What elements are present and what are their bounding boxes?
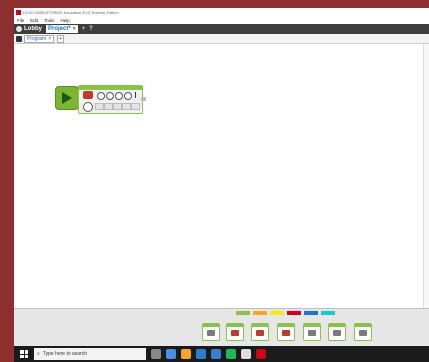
- block-header: [329, 324, 345, 327]
- canvas-scrollbar[interactable]: [423, 44, 429, 308]
- menu-tools[interactable]: Tools: [44, 18, 55, 23]
- close-icon[interactable]: ×: [73, 26, 76, 32]
- palette-block-medium-motor[interactable]: [202, 323, 220, 341]
- motor-icon: [231, 330, 239, 336]
- block-header: [79, 86, 142, 90]
- mail-icon[interactable]: [196, 349, 206, 359]
- chrome-icon[interactable]: [166, 349, 176, 359]
- sound-icon: [333, 330, 341, 336]
- help-button[interactable]: ?: [89, 26, 93, 32]
- tab-lobby[interactable]: Lobby: [16, 26, 42, 32]
- close-icon[interactable]: ×: [48, 36, 51, 42]
- start-icon[interactable]: [20, 350, 28, 358]
- play-icon: [62, 92, 72, 104]
- palette-tab-action[interactable]: [236, 311, 250, 315]
- palette-block-move-steering[interactable]: [251, 323, 269, 341]
- tab-project-label: Project*: [48, 26, 71, 32]
- brake-icon: [135, 92, 140, 98]
- menu-bar: File Edit Tools Help: [14, 17, 429, 24]
- block-palette: [14, 308, 429, 346]
- add-program-button[interactable]: +: [57, 34, 65, 43]
- motor-icon: [207, 330, 215, 336]
- param-field[interactable]: [104, 103, 113, 110]
- ev3-app-icon[interactable]: [256, 349, 266, 359]
- tab-program-label: Program: [27, 35, 47, 42]
- block-header: [304, 324, 320, 327]
- task-view-icon[interactable]: [151, 349, 161, 359]
- app-icon: [16, 10, 21, 15]
- window-title: LEGO MINDSTORMS Education EV3 Teacher Ed…: [23, 10, 119, 15]
- search-icon: ⌕: [37, 351, 40, 357]
- menu-help[interactable]: Help: [61, 18, 70, 23]
- dial-icon[interactable]: [115, 92, 123, 100]
- app-icon[interactable]: [241, 349, 251, 359]
- file-explorer-icon[interactable]: [181, 349, 191, 359]
- dial-icon[interactable]: [124, 92, 132, 100]
- block-header: [203, 324, 219, 327]
- motor-block[interactable]: [78, 85, 143, 114]
- wrench-icon[interactable]: [16, 35, 22, 42]
- project-tab-bar: Lobby Project* × + ?: [14, 24, 429, 34]
- add-project-button[interactable]: +: [82, 26, 86, 32]
- block-header: [227, 324, 243, 327]
- block-header: [355, 324, 371, 327]
- tab-project[interactable]: Project* ×: [46, 25, 78, 33]
- palette-tab-data[interactable]: [287, 311, 301, 315]
- programming-canvas[interactable]: [14, 44, 429, 308]
- palette-tab-advanced[interactable]: [304, 311, 318, 315]
- palette-tab-flow[interactable]: [253, 311, 267, 315]
- windows-taskbar: ⌕ Type here to search: [14, 346, 429, 362]
- dial-icon[interactable]: [106, 92, 114, 100]
- home-icon: [16, 26, 22, 32]
- display-icon: [308, 330, 316, 336]
- mode-selector-icon[interactable]: [83, 102, 93, 112]
- start-block[interactable]: [55, 86, 79, 110]
- palette-tab-myblocks[interactable]: [321, 311, 335, 315]
- param-field[interactable]: [113, 103, 122, 110]
- title-bar: LEGO MINDSTORMS Education EV3 Teacher Ed…: [14, 8, 429, 17]
- program-tab-bar: Program × +: [14, 34, 429, 44]
- palette-block-large-motor[interactable]: [226, 323, 244, 341]
- menu-edit[interactable]: Edit: [30, 18, 38, 23]
- palette-block-sound[interactable]: [328, 323, 346, 341]
- param-field[interactable]: [95, 103, 104, 110]
- sequence-connector[interactable]: [141, 97, 146, 101]
- block-header: [278, 324, 294, 327]
- store-icon[interactable]: [211, 349, 221, 359]
- search-placeholder: Type here to search: [42, 351, 88, 357]
- dial-icon[interactable]: [97, 92, 105, 100]
- motor-icon: [256, 330, 264, 336]
- palette-tab-sensor[interactable]: [270, 311, 284, 315]
- palette-block-display[interactable]: [303, 323, 321, 341]
- menu-file[interactable]: File: [17, 18, 24, 23]
- tab-program[interactable]: Program ×: [24, 34, 55, 43]
- palette-block-brick-light[interactable]: [354, 323, 372, 341]
- tab-lobby-label: Lobby: [24, 26, 42, 32]
- motor-icon: [83, 91, 93, 99]
- search-box[interactable]: ⌕ Type here to search: [34, 348, 146, 360]
- palette-block-move-tank[interactable]: [277, 323, 295, 341]
- block-header: [252, 324, 268, 327]
- light-icon: [359, 330, 367, 336]
- motor-icon: [282, 330, 290, 336]
- spotify-icon[interactable]: [226, 349, 236, 359]
- app-window: LEGO MINDSTORMS Education EV3 Teacher Ed…: [14, 8, 429, 346]
- param-field[interactable]: [131, 103, 140, 110]
- param-field[interactable]: [122, 103, 131, 110]
